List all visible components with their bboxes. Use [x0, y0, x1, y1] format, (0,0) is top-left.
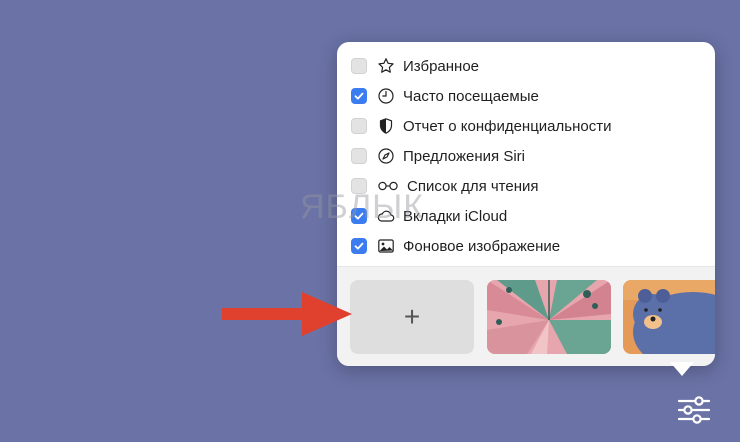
- menu-item-privacy-report[interactable]: Отчет о конфиденциальности: [351, 114, 611, 138]
- menu-item-label: Часто посещаемые: [403, 87, 539, 105]
- menu-item-frequently-visited[interactable]: Часто посещаемые: [351, 84, 539, 108]
- menu-item-favorites[interactable]: Избранное: [351, 54, 479, 78]
- compass-icon: [377, 147, 395, 165]
- privacy-report-checkbox[interactable]: [351, 118, 367, 134]
- butterfly-wallpaper-image: [487, 280, 611, 354]
- background-picker: +: [337, 267, 715, 366]
- customize-start-page-button[interactable]: [676, 392, 712, 428]
- background-image-checkbox[interactable]: [351, 238, 367, 254]
- menu-item-siri-suggestions[interactable]: Предложения Siri: [351, 144, 525, 168]
- menu-item-label: Фоновое изображение: [403, 237, 561, 255]
- background-thumbnail-bear[interactable]: [623, 280, 715, 354]
- clock-icon: [377, 87, 395, 105]
- shield-icon: [377, 117, 395, 135]
- menu-item-label: Избранное: [403, 57, 480, 75]
- menu-item-background-image[interactable]: Фоновое изображение: [351, 234, 560, 258]
- menu-item-label: Отчет о конфиденциальности: [403, 117, 612, 135]
- watermark: ЯБЛЫК: [300, 188, 425, 226]
- siri-suggestions-checkbox[interactable]: [351, 148, 367, 164]
- image-icon: [377, 237, 395, 255]
- plus-icon: +: [403, 301, 421, 332]
- favorites-checkbox[interactable]: [351, 58, 367, 74]
- red-arrow-annotation: [222, 290, 354, 343]
- bear-wallpaper-image: [623, 280, 715, 354]
- background-thumbnail-butterfly[interactable]: [487, 280, 611, 354]
- star-icon: [377, 57, 395, 75]
- checkmark-icon: [354, 242, 364, 250]
- frequently-visited-checkbox[interactable]: [351, 88, 367, 104]
- arrow-icon: [222, 292, 352, 336]
- checkmark-icon: [354, 92, 364, 100]
- add-background-button[interactable]: +: [350, 280, 474, 354]
- sliders-icon: [677, 396, 711, 424]
- menu-item-label: Список для чтения: [407, 177, 539, 195]
- popover-tail: [670, 362, 694, 376]
- menu-item-label: Предложения Siri: [403, 147, 525, 165]
